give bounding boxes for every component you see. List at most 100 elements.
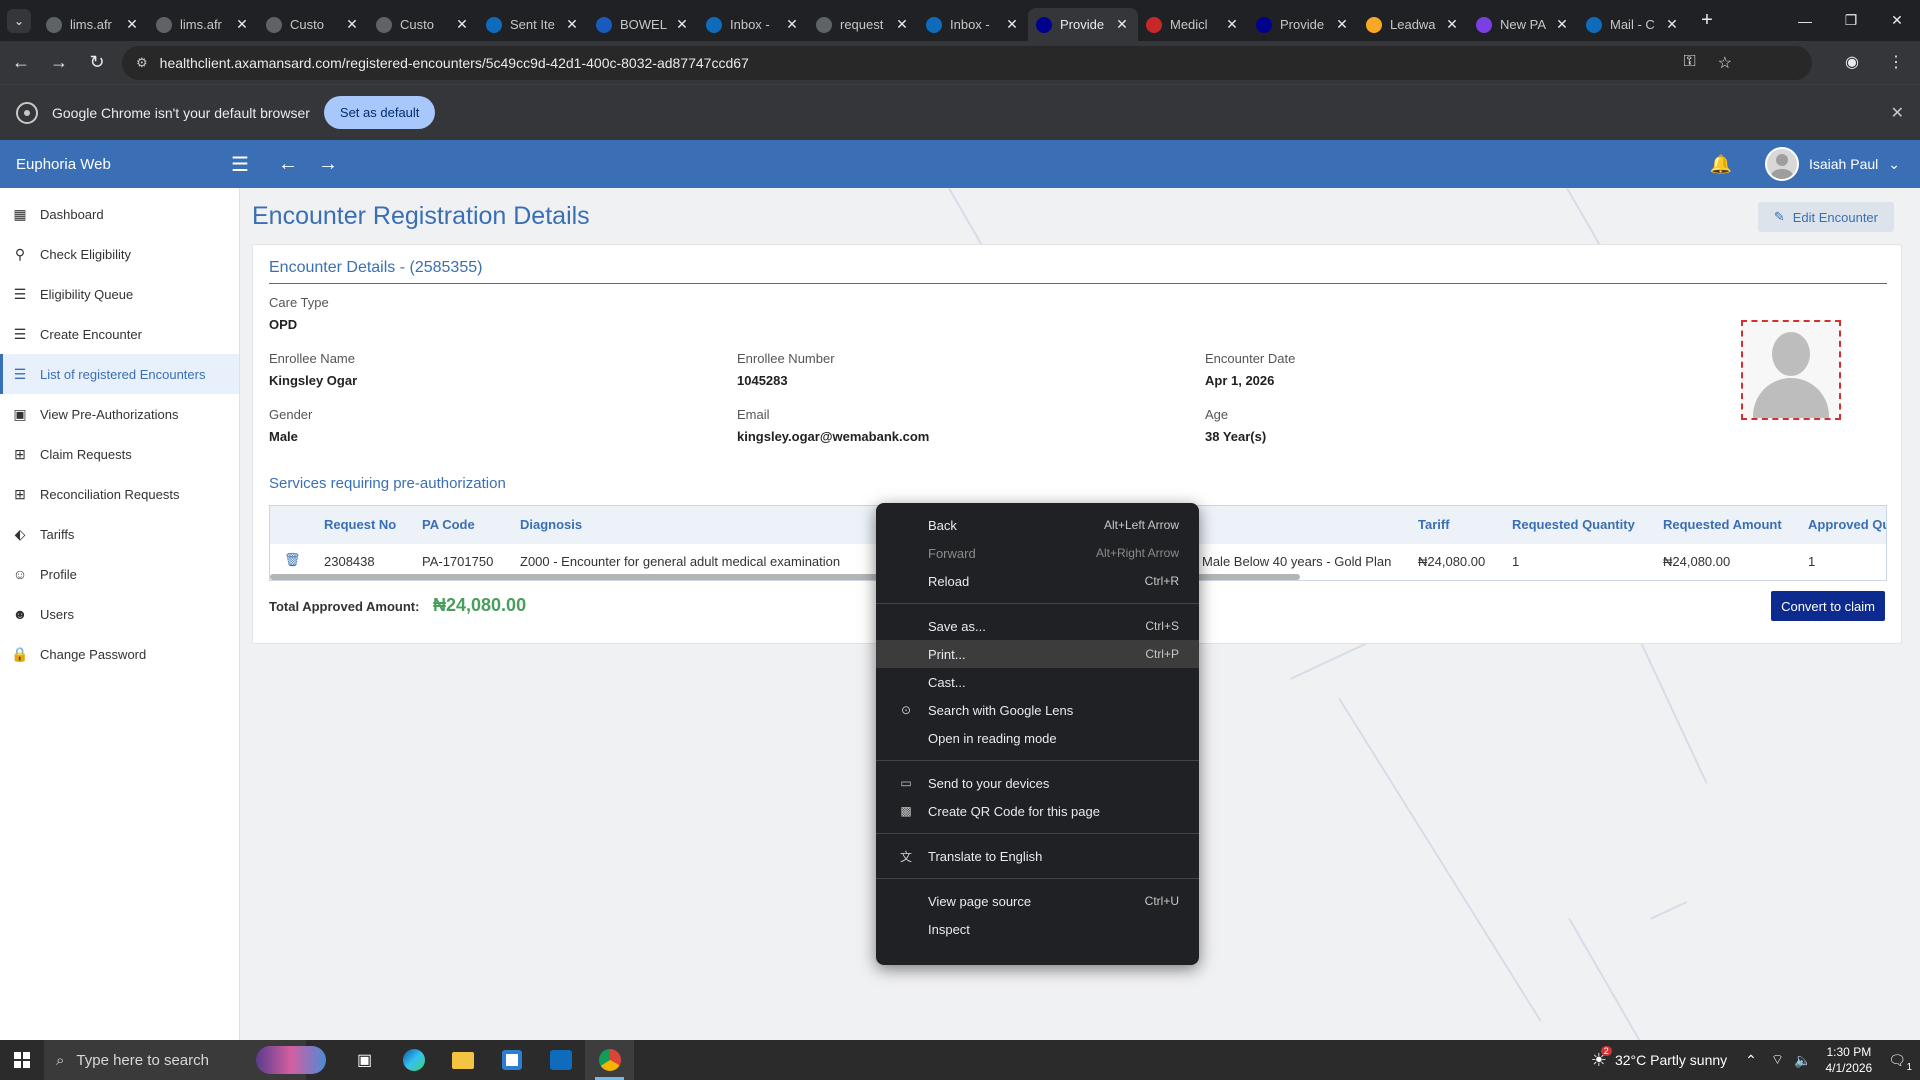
menu-item-cast[interactable]: Cast... <box>876 668 1199 696</box>
menu-item-send-to-your-devices[interactable]: ▭ Send to your devices <box>876 769 1199 797</box>
bookmark-star-icon[interactable]: ☆ <box>1718 53 1732 73</box>
edit-encounter-button[interactable]: ✎ Edit Encounter <box>1757 202 1894 232</box>
tab-close-icon[interactable]: ✕ <box>674 16 690 33</box>
app-forward-arrow-icon[interactable]: → <box>308 153 348 176</box>
column-header-approved-quantity[interactable]: Approved Qu <box>1808 517 1886 532</box>
menu-item-reload[interactable]: Reload Ctrl+R <box>876 567 1199 595</box>
menu-item-view-page-source[interactable]: View page source Ctrl+U <box>876 887 1199 915</box>
browser-tab[interactable]: BOWEL ✕ <box>588 8 698 41</box>
tab-close-icon[interactable]: ✕ <box>124 16 140 33</box>
tab-close-icon[interactable]: ✕ <box>1444 16 1460 33</box>
browser-tab[interactable]: Leadwa ✕ <box>1358 8 1468 41</box>
search-highlight-image[interactable] <box>256 1046 326 1074</box>
clock[interactable]: 1:30 PM 4/1/2026 <box>1826 1044 1873 1076</box>
store-icon[interactable] <box>487 1040 536 1080</box>
sidebar-item-claim-requests[interactable]: ⊞ Claim Requests <box>0 434 239 474</box>
restore-icon[interactable]: ❐ <box>1828 0 1874 41</box>
outlook-icon[interactable] <box>536 1040 585 1080</box>
column-header-tariff[interactable]: Tariff <box>1418 517 1450 532</box>
close-window-icon[interactable]: ✕ <box>1874 0 1920 41</box>
chevron-up-icon[interactable]: ⌃ <box>1745 1052 1757 1069</box>
menu-item-save-as[interactable]: Save as... Ctrl+S <box>876 612 1199 640</box>
back-arrow-icon[interactable]: ← <box>4 46 38 80</box>
sidebar-item-view-pre-authorizations[interactable]: ▣ View Pre-Authorizations <box>0 394 239 434</box>
menu-item-search-with-google-lens[interactable]: ⊙ Search with Google Lens <box>876 696 1199 724</box>
browser-tab[interactable]: Inbox - ✕ <box>918 8 1028 41</box>
tab-close-icon[interactable]: ✕ <box>1664 16 1680 33</box>
infobar-close-icon[interactable]: ✕ <box>1891 103 1904 123</box>
column-header-requested-amount[interactable]: Requested Amount <box>1663 517 1782 532</box>
sidebar-item-list-of-registered-encounters[interactable]: ☰ List of registered Encounters <box>0 354 239 394</box>
column-header-request-no[interactable]: Request No <box>324 517 396 532</box>
tab-close-icon[interactable]: ✕ <box>894 16 910 33</box>
weather-text[interactable]: 32°C Partly sunny <box>1615 1052 1727 1068</box>
tab-close-icon[interactable]: ✕ <box>234 16 250 33</box>
menu-item-translate-to-english[interactable]: 文 Translate to English <box>876 842 1199 870</box>
column-header-diagnosis[interactable]: Diagnosis <box>520 517 582 532</box>
new-tab-button[interactable]: + <box>1692 9 1722 32</box>
menu-item-open-in-reading-mode[interactable]: Open in reading mode <box>876 724 1199 752</box>
weather-icon[interactable]: ☀ 2 <box>1591 1045 1612 1071</box>
column-header-pa-code[interactable]: PA Code <box>422 517 475 532</box>
address-bar[interactable]: ⚙ healthclient.axamansard.com/registered… <box>122 46 1812 80</box>
tab-close-icon[interactable]: ✕ <box>454 16 470 33</box>
browser-tab[interactable]: Provide ✕ <box>1248 8 1358 41</box>
password-key-icon[interactable]: ⚿ <box>1683 53 1695 73</box>
profile-icon[interactable]: ◉ <box>1836 46 1868 78</box>
browser-tab[interactable]: lims.afr ✕ <box>38 8 148 41</box>
reload-icon[interactable]: ↻ <box>80 46 114 80</box>
site-info-icon[interactable]: ⚙ <box>136 55 148 71</box>
tab-search-button[interactable]: ⌄ <box>0 0 38 41</box>
notification-bell-icon[interactable]: 🔔 <box>1710 154 1732 175</box>
menu-item-inspect[interactable]: Inspect <box>876 915 1199 943</box>
browser-tab[interactable]: request ✕ <box>808 8 918 41</box>
sidebar-item-tariffs[interactable]: ⬖ Tariffs <box>0 514 239 554</box>
browser-tab[interactable]: Mail - C ✕ <box>1578 8 1688 41</box>
app-back-arrow-icon[interactable]: ← <box>268 153 308 176</box>
browser-tab[interactable]: Inbox - ✕ <box>698 8 808 41</box>
sidebar-item-users[interactable]: ☻ Users <box>0 594 239 634</box>
browser-tab[interactable]: New PA ✕ <box>1468 8 1578 41</box>
user-menu[interactable]: Isaiah Paul ⌄ <box>1764 147 1900 181</box>
minimize-icon[interactable]: — <box>1782 0 1828 41</box>
menu-item-back[interactable]: Back Alt+Left Arrow <box>876 511 1199 539</box>
browser-tab[interactable]: Provide ✕ <box>1028 8 1138 41</box>
task-view-icon[interactable]: ▣ <box>340 1040 389 1080</box>
set-default-button[interactable]: Set as default <box>323 96 436 129</box>
sidebar-item-eligibility-queue[interactable]: ☰ Eligibility Queue <box>0 274 239 314</box>
network-icon[interactable]: ⌔ <box>1771 1051 1784 1069</box>
file-explorer-icon[interactable] <box>438 1040 487 1080</box>
browser-tab[interactable]: Sent Ite ✕ <box>478 8 588 41</box>
tab-close-icon[interactable]: ✕ <box>784 16 800 33</box>
tab-close-icon[interactable]: ✕ <box>1004 16 1020 33</box>
more-options-icon[interactable]: ⋮ <box>1880 46 1912 78</box>
sidebar-item-reconciliation-requests[interactable]: ⊞ Reconciliation Requests <box>0 474 239 514</box>
delete-icon[interactable]: 🗑 <box>284 552 301 568</box>
sidebar-item-create-encounter[interactable]: ☰ Create Encounter <box>0 314 239 354</box>
sidebar-item-profile[interactable]: ☺ Profile <box>0 554 239 594</box>
app-brand[interactable]: Euphoria Web <box>0 156 200 173</box>
tab-close-icon[interactable]: ✕ <box>1224 16 1240 33</box>
url-text[interactable]: healthclient.axamansard.com/registered-e… <box>160 55 749 71</box>
sidebar-item-change-password[interactable]: 🔒 Change Password <box>0 634 239 674</box>
menu-item-forward[interactable]: Forward Alt+Right Arrow <box>876 539 1199 567</box>
volume-icon[interactable]: 🔈 <box>1794 1052 1811 1069</box>
tab-close-icon[interactable]: ✕ <box>1554 16 1570 33</box>
tab-close-icon[interactable]: ✕ <box>344 16 360 33</box>
browser-tab[interactable]: Custo ✕ <box>258 8 368 41</box>
tab-close-icon[interactable]: ✕ <box>1334 16 1350 33</box>
tab-close-icon[interactable]: ✕ <box>1114 16 1130 33</box>
forward-arrow-icon[interactable]: → <box>42 46 76 80</box>
sidebar-item-check-eligibility[interactable]: ⚲ Check Eligibility <box>0 234 239 274</box>
sidebar-item-dashboard[interactable]: ▦ Dashboard <box>0 194 239 234</box>
notifications-icon[interactable]: 🗨 1 <box>1888 1052 1912 1073</box>
browser-tab[interactable]: Custo ✕ <box>368 8 478 41</box>
chrome-taskbar-icon[interactable] <box>585 1040 634 1080</box>
convert-to-claim-button[interactable]: Convert to claim <box>1771 591 1885 621</box>
menu-item-print[interactable]: Print... Ctrl+P <box>876 640 1199 668</box>
hamburger-menu-icon[interactable]: ☰ <box>212 152 268 177</box>
browser-tab[interactable]: Medicl ✕ <box>1138 8 1248 41</box>
start-button[interactable] <box>0 1040 44 1080</box>
column-header-requested-quantity[interactable]: Requested Quantity <box>1512 517 1635 532</box>
menu-item-create-qr-code-for-this-page[interactable]: ▩ Create QR Code for this page <box>876 797 1199 825</box>
